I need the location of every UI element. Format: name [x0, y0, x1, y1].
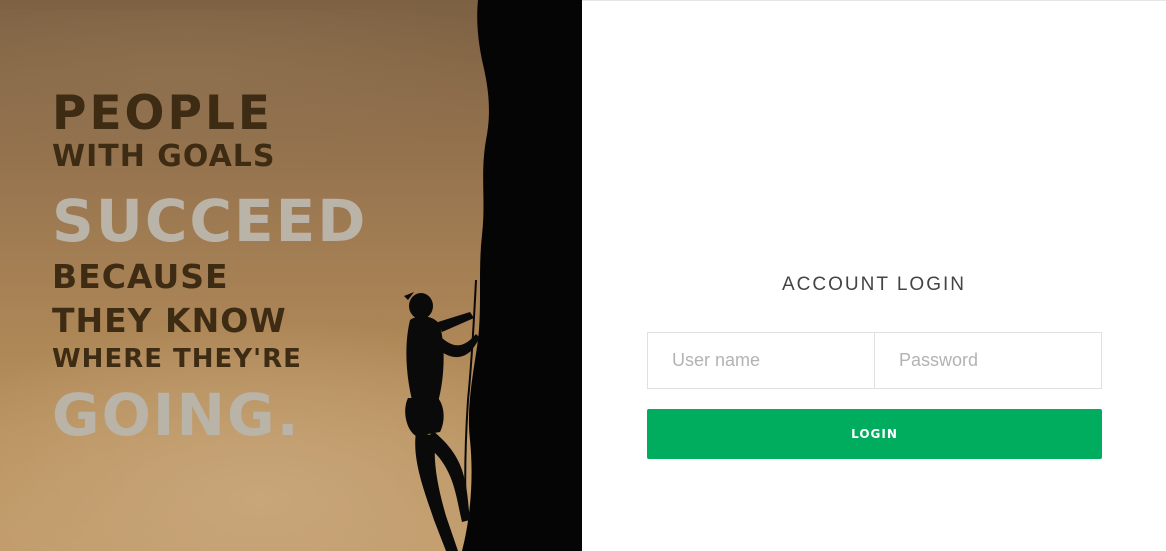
- hero-image-panel: PEOPLE WITH GOALS SUCCEED BECAUSE THEY K…: [0, 0, 582, 551]
- cliff-shape: [462, 0, 582, 551]
- climber-figure: [404, 279, 480, 551]
- quote-line-2: WITH GOALS: [52, 139, 276, 174]
- quote-line-6: WHERE THEY'RE: [52, 344, 302, 374]
- quote-line-1: PEOPLE: [52, 86, 274, 141]
- login-form-panel: ACCOUNT LOGIN LOGIN: [582, 0, 1166, 551]
- credentials-row: [647, 332, 1102, 389]
- quote-line-7: GOING.: [52, 381, 301, 449]
- login-button[interactable]: LOGIN: [647, 409, 1102, 459]
- login-page: PEOPLE WITH GOALS SUCCEED BECAUSE THEY K…: [0, 0, 1166, 551]
- quote-line-3: SUCCEED: [52, 187, 368, 255]
- login-title: ACCOUNT LOGIN: [781, 274, 966, 295]
- username-input[interactable]: [648, 333, 874, 388]
- quote-line-5: THEY KNOW: [52, 301, 287, 340]
- password-input[interactable]: [875, 333, 1101, 388]
- quote-line-4: BECAUSE: [52, 257, 229, 296]
- motivational-quote: PEOPLE WITH GOALS SUCCEED BECAUSE THEY K…: [52, 86, 368, 449]
